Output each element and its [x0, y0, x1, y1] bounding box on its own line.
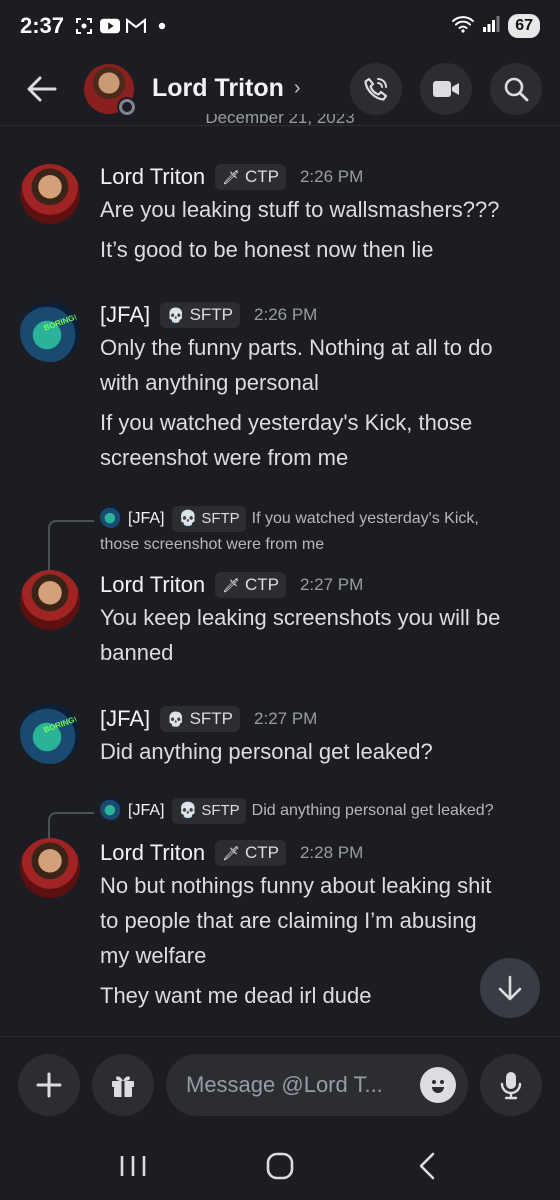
search-icon — [504, 77, 529, 101]
emoji-button[interactable] — [420, 1066, 456, 1103]
role-tag: 💀 SFTP — [160, 706, 241, 732]
message-author[interactable]: Lord Triton — [100, 572, 205, 598]
message-text: screenshot were from me — [100, 445, 349, 470]
reply-text: those screenshot were from me — [100, 536, 325, 553]
add-attachment-button[interactable] — [18, 1053, 80, 1116]
status-time: 2:37 — [20, 13, 65, 38]
avatar[interactable] — [20, 164, 80, 224]
sword-icon: 🗡 — [222, 168, 240, 185]
role-tag: 🗡 CTP — [215, 572, 286, 598]
reply-avatar — [100, 506, 122, 528]
jump-to-latest-button[interactable] — [480, 958, 540, 1018]
voice-message-button[interactable] — [480, 1053, 542, 1116]
recent-apps-button[interactable] — [103, 1141, 163, 1191]
message-text: banned — [100, 640, 174, 665]
voice-call-button[interactable] — [350, 62, 402, 115]
chevron-left-icon — [419, 1152, 434, 1180]
message-text: Did anything personal get leaked? — [100, 739, 433, 764]
recent-apps-icon — [121, 1156, 146, 1176]
date-divider: December 21, 2023 — [205, 114, 355, 127]
video-call-button[interactable] — [420, 62, 472, 115]
message-author[interactable]: Lord Triton — [100, 840, 205, 866]
reply-text: Did anything personal get leaked? — [251, 802, 494, 819]
message-time: 2:28 PM — [299, 843, 364, 862]
avatar[interactable] — [20, 704, 80, 764]
chevron-right-icon[interactable]: › — [294, 77, 301, 100]
reply-author: [JFA] — [128, 802, 165, 819]
status-bar: 2:37 67 — [0, 0, 560, 52]
home-icon — [266, 1152, 294, 1180]
arrow-down-icon — [498, 975, 522, 1001]
role-tag: 💀 SFTP — [172, 506, 246, 532]
message-author[interactable]: Lord Triton — [100, 164, 205, 190]
message-time: 2:26 PM — [299, 167, 364, 186]
skull-icon: 💀 — [167, 306, 185, 323]
message-author[interactable]: [JFA] — [100, 302, 150, 328]
home-button[interactable] — [250, 1141, 310, 1191]
back-button[interactable] — [18, 65, 66, 113]
message-text: You keep leaking screenshots you will be — [100, 605, 501, 630]
arrow-left-icon — [27, 76, 57, 101]
message-text: No but nothings funny about leaking shit — [100, 873, 492, 898]
system-navigation-bar — [0, 1132, 560, 1200]
message-text: It’s good to be honest now then lie — [100, 237, 434, 262]
message-input-wrapper — [166, 1053, 468, 1116]
reply-text: If you watched yesterday's Kick, — [251, 510, 479, 527]
skull-icon: 💀 — [178, 802, 198, 819]
page-title[interactable]: Lord Triton — [152, 74, 284, 103]
gift-icon — [112, 1075, 134, 1097]
search-button[interactable] — [490, 62, 542, 115]
message-text: If you watched yesterday's Kick, those — [100, 410, 473, 435]
signal-icon — [482, 15, 500, 38]
message-text: with anything personal — [100, 370, 319, 395]
message-text: Only the funny parts. Nothing at all to … — [100, 335, 493, 360]
gift-button[interactable] — [92, 1053, 154, 1116]
skull-icon: 💀 — [167, 710, 185, 727]
message-text: my welfare — [100, 943, 207, 968]
plus-icon — [36, 1072, 62, 1097]
message-time: 2:26 PM — [254, 305, 318, 324]
avatar[interactable] — [20, 302, 80, 362]
role-tag: 💀 SFTP — [172, 798, 246, 824]
microphone-icon — [500, 1071, 522, 1099]
avatar[interactable] — [20, 838, 80, 898]
role-tag: 🗡 CTP — [215, 164, 286, 190]
role-tag: 💀 SFTP — [160, 302, 241, 328]
reply-connector — [48, 520, 94, 572]
message-text: Are you leaking stuff to wallsmashers??? — [100, 197, 500, 222]
gmail-icon — [126, 17, 147, 35]
message-time: 2:27 PM — [299, 575, 364, 594]
battery-indicator: 67 — [508, 14, 540, 38]
sword-icon: 🗡 — [222, 576, 240, 593]
avatar[interactable] — [20, 570, 80, 630]
message-author[interactable]: [JFA] — [100, 706, 150, 732]
reply-avatar — [100, 798, 122, 820]
notification-icons — [74, 17, 172, 35]
message-text: They want me dead irl dude — [100, 983, 372, 1008]
video-icon — [433, 80, 459, 97]
call-icon — [364, 77, 388, 101]
dot-icon — [152, 17, 172, 35]
screenshot-icon — [74, 17, 94, 35]
message-input[interactable] — [186, 1071, 420, 1098]
role-tag: 🗡 CTP — [215, 840, 286, 866]
youtube-icon — [100, 17, 121, 35]
emoji-icon — [432, 1079, 444, 1093]
skull-icon: 💀 — [178, 510, 198, 527]
header-avatar[interactable] — [84, 63, 137, 117]
sword-icon: 🗡 — [222, 844, 240, 861]
message-time: 2:27 PM — [254, 709, 318, 728]
reply-author: [JFA] — [128, 510, 165, 527]
wifi-icon — [452, 15, 475, 38]
message-composer — [0, 1036, 560, 1132]
system-back-button[interactable] — [397, 1141, 457, 1191]
message-text: to people that are claiming I’m abusing — [100, 908, 477, 933]
